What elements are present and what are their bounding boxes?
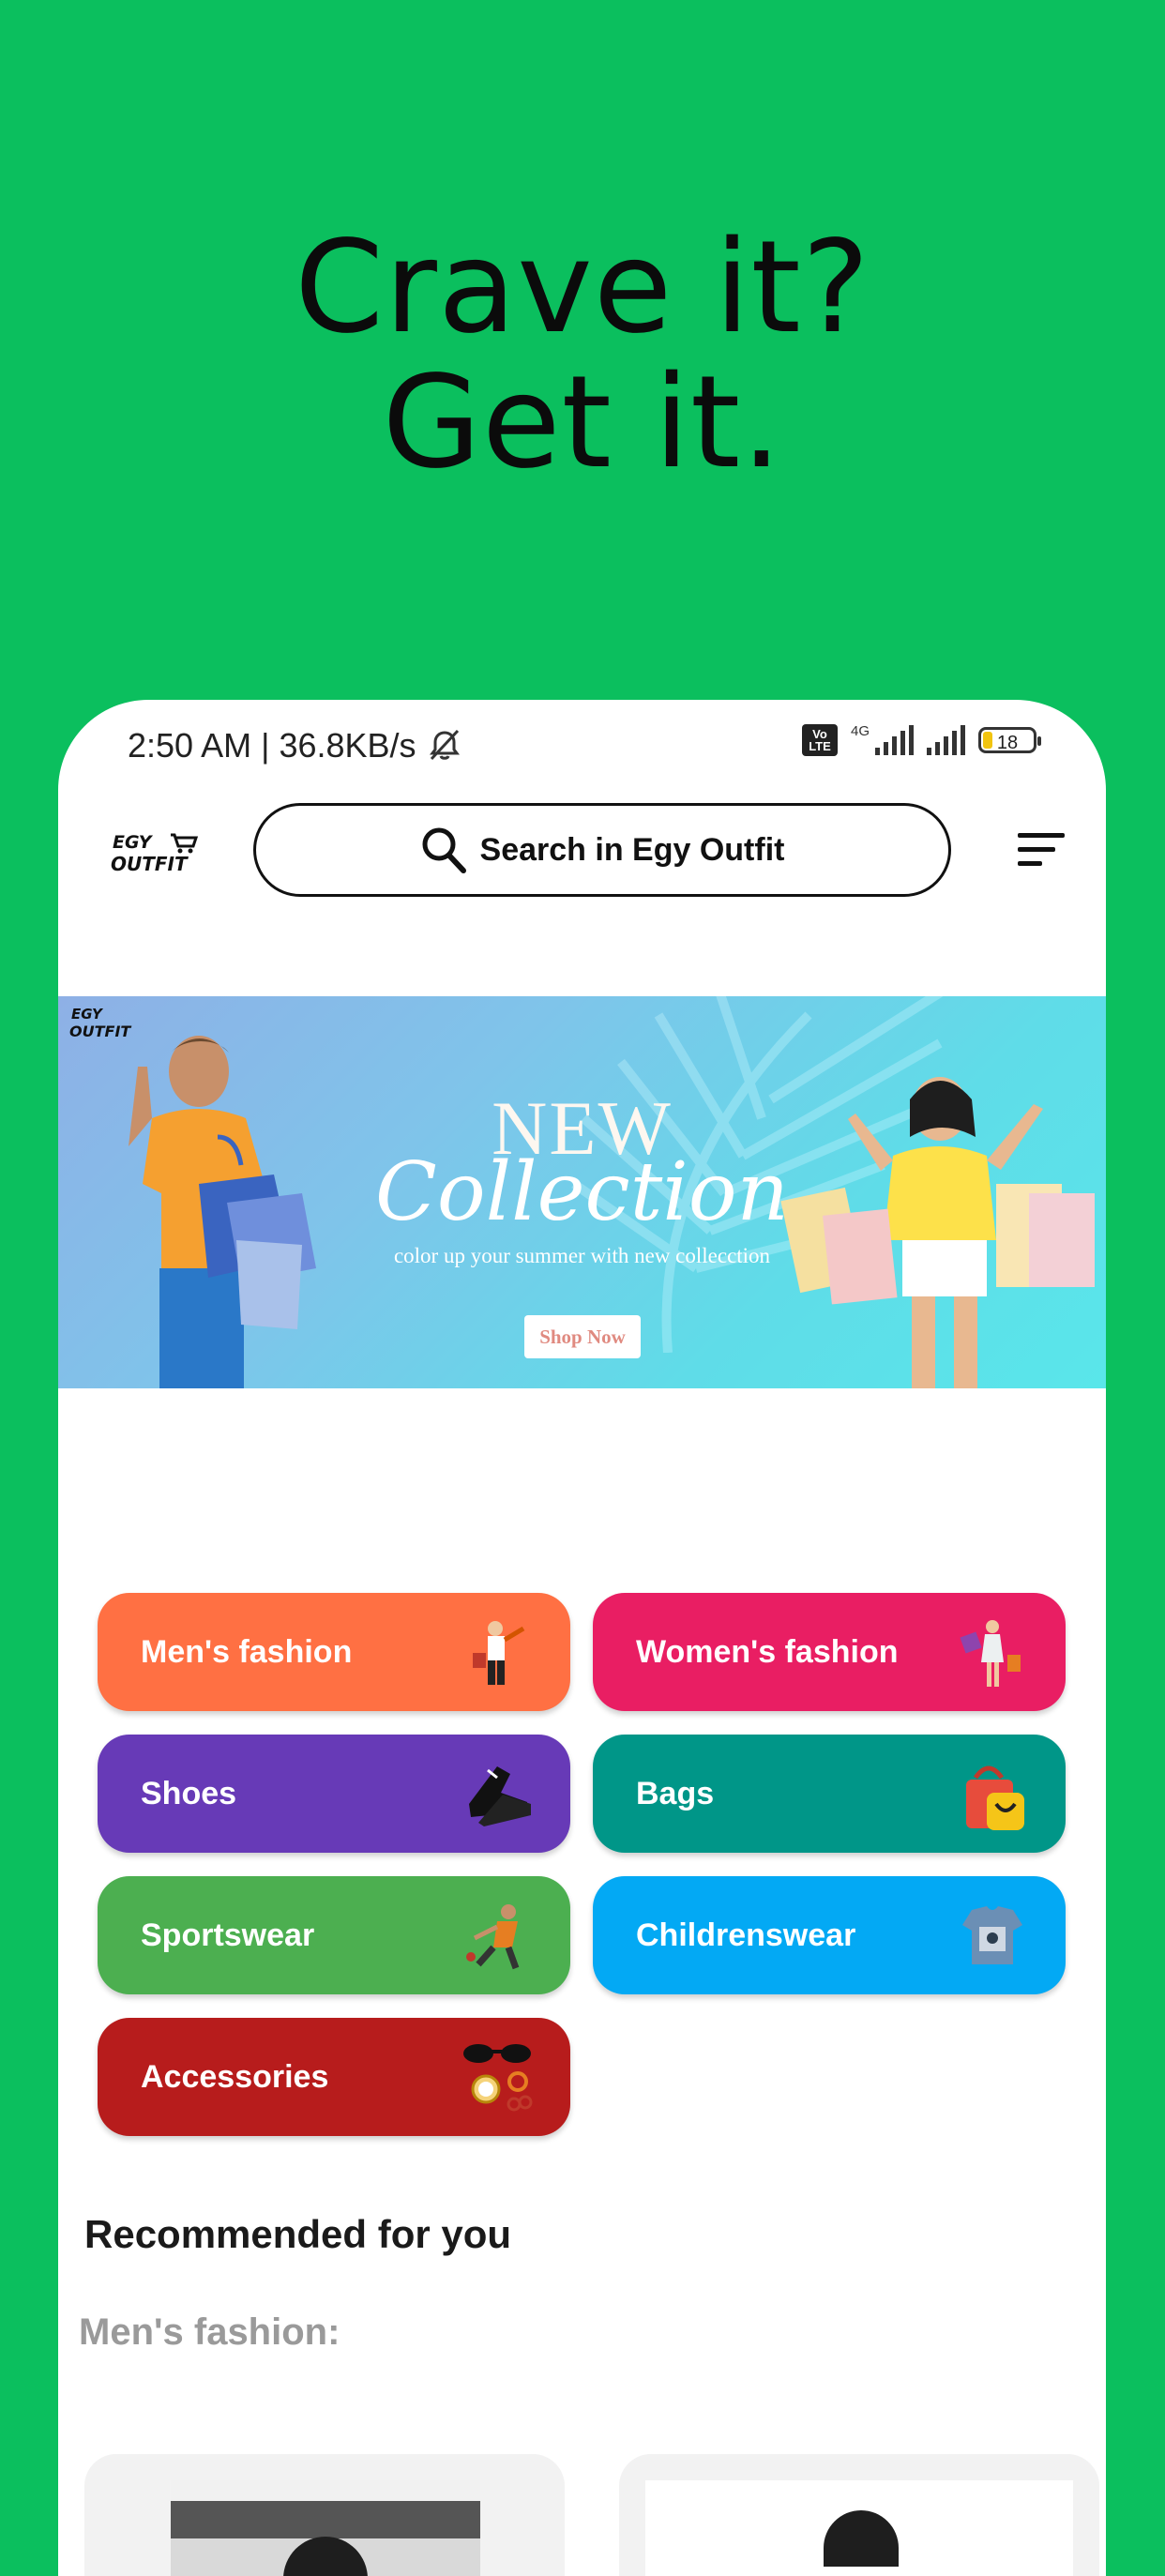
- svg-text:EGY: EGY: [71, 1006, 104, 1023]
- category-label: Sportswear: [141, 1917, 315, 1953]
- category-bags[interactable]: Bags: [593, 1735, 1066, 1853]
- hero-line-2: Get it.: [382, 349, 783, 497]
- hero-line-1: Crave it?: [295, 214, 870, 362]
- status-bar-left: 2:50 AM | 36.8KB/s: [128, 726, 463, 765]
- product-image: [645, 2480, 1073, 2576]
- search-icon: [422, 827, 466, 873]
- battery-icon: 18: [978, 727, 1041, 753]
- recommended-title: Recommended for you: [84, 2212, 512, 2256]
- bags-icon: [966, 1765, 1024, 1830]
- signal-2-icon: [927, 725, 965, 755]
- product-card[interactable]: [619, 2454, 1099, 2576]
- category-childrenswear[interactable]: Childrenswear: [593, 1876, 1066, 1994]
- sportswear-icon: [466, 1904, 520, 1970]
- category-shoes[interactable]: Shoes: [98, 1735, 570, 1853]
- category-label: Childrenswear: [636, 1917, 856, 1953]
- category-womens-fashion[interactable]: Women's fashion: [593, 1593, 1066, 1711]
- mens-fashion-icon: [473, 1621, 525, 1685]
- svg-text:OUTFIT: OUTFIT: [111, 853, 189, 875]
- shop-now-button[interactable]: Shop Now: [524, 1315, 641, 1358]
- product-image: [171, 2480, 480, 2576]
- product-card[interactable]: [84, 2454, 565, 2576]
- phone-screen: 2:50 AM | 36.8KB/s Vo LTE 4G 18 EGY OUTF…: [58, 700, 1106, 2576]
- category-accessories[interactable]: Accessories: [98, 2018, 570, 2136]
- search-placeholder: Search in Egy Outfit: [479, 831, 785, 868]
- signal-1-icon: [875, 725, 914, 755]
- battery-level: 18: [996, 733, 1019, 753]
- volte-badge: Vo LTE: [801, 724, 838, 756]
- status-time-speed: 2:50 AM | 36.8KB/s: [128, 726, 416, 765]
- category-sportswear[interactable]: Sportswear: [98, 1876, 570, 1994]
- category-mens-fashion[interactable]: Men's fashion: [98, 1593, 570, 1711]
- network-type: 4G: [850, 722, 870, 739]
- mute-bell-icon: [429, 729, 460, 761]
- promo-banner[interactable]: EGY OUTFIT NEW Collection color up your …: [58, 996, 1106, 1388]
- sort-menu-icon[interactable]: [1016, 831, 1067, 869]
- accessories-icon: [463, 2044, 533, 2112]
- category-label: Women's fashion: [636, 1633, 899, 1670]
- egy-outfit-logo[interactable]: EGY OUTFIT: [111, 829, 201, 876]
- status-bar-right: Vo LTE 4G 18: [801, 722, 1041, 756]
- woman-shopper-image: [780, 1077, 1095, 1388]
- svg-text:EGY: EGY: [113, 832, 154, 853]
- search-bar[interactable]: Search in Egy Outfit: [253, 803, 951, 897]
- womens-fashion-icon: [960, 1620, 1021, 1687]
- category-label: Men's fashion: [141, 1633, 353, 1670]
- category-label: Bags: [636, 1775, 715, 1811]
- childrenswear-icon: [962, 1906, 1022, 1964]
- category-label: Accessories: [141, 2058, 329, 2095]
- hero-headline: Crave it? Get it.: [0, 220, 1165, 491]
- category-label: Shoes: [141, 1775, 237, 1811]
- recommended-section-label: Men's fashion:: [79, 2311, 340, 2353]
- shoes-icon: [469, 1766, 531, 1826]
